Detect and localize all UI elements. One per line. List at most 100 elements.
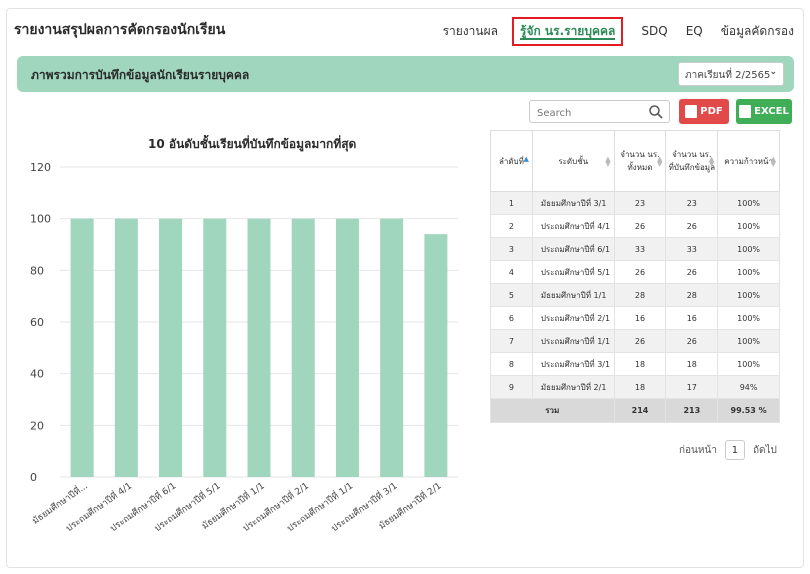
cell-recorded: 18 [665, 352, 719, 376]
table-footer-row: รวม 214 213 99.53 % [490, 398, 780, 423]
app-title: รายงานสรุปผลการคัดกรองนักเรียน [14, 22, 226, 38]
pagination: ก่อนหน้า 1 ถัดไป [679, 439, 777, 461]
bar [335, 218, 359, 477]
col-header-order-label: ลำดับที่ [498, 156, 524, 166]
pdf-button-label: PDF [700, 106, 723, 117]
col-header-order[interactable]: ลำดับที่ ▲ [490, 130, 533, 192]
bar [159, 218, 183, 477]
next-page-button[interactable]: ถัดไป [753, 443, 777, 458]
prev-page-button[interactable]: ก่อนหน้า [679, 443, 717, 458]
col-header-progress[interactable]: ความก้าวหน้า ▲ ▼ [717, 130, 780, 192]
cell-order: 6 [490, 306, 533, 330]
top-nav: รายงานผล รู้จัก นร.รายบุคคล SDQ EQ ข้อมู… [425, 16, 794, 46]
table-row: 6 ประถมศึกษาปีที่ 2/1 16 16 100% [490, 306, 780, 330]
cell-level: มัธยมศึกษาปีที่ 1/1 [531, 283, 615, 307]
sort-asc-icon: ▲ [523, 155, 529, 163]
nav-item-sdq[interactable]: SDQ [641, 22, 667, 40]
cell-recorded: 26 [665, 329, 719, 353]
bar [247, 218, 271, 477]
export-excel-button[interactable]: EXCEL [736, 99, 792, 124]
nav-item-individual-label: รู้จัก นร.รายบุคคล [520, 23, 616, 40]
bar [424, 234, 448, 477]
table-row: 3 ประถมศึกษาปีที่ 6/1 33 33 100% [490, 237, 780, 261]
y-tick-label: 40 [30, 368, 44, 381]
y-tick-label: 120 [30, 161, 51, 174]
sort-icon: ▲ ▼ [657, 155, 663, 168]
col-header-level-label: ระดับชั้น [558, 156, 589, 166]
sort-icon: ▲ ▼ [708, 155, 715, 168]
cell-order: 4 [490, 260, 533, 284]
bar [291, 218, 315, 477]
search-box[interactable] [529, 100, 670, 124]
export-pdf-button[interactable]: PDF [679, 99, 729, 124]
sort-icon: ▲ ▼ [770, 155, 776, 168]
cell-recorded: 17 [665, 375, 719, 399]
bar [114, 218, 138, 477]
table-row: 4 ประถมศึกษาปีที่ 5/1 26 26 100% [490, 260, 780, 284]
cell-order: 5 [490, 283, 533, 307]
search-icon[interactable] [648, 104, 664, 120]
table-row: 5 มัธยมศึกษาปีที่ 1/1 28 28 100% [490, 283, 780, 307]
cell-total: 18 [613, 375, 667, 399]
cell-progress: 100% [717, 260, 780, 284]
nav-item-individual[interactable]: รู้จัก นร.รายบุคคล [512, 16, 624, 46]
table-row: 8 ประถมศึกษาปีที่ 3/1 18 18 100% [490, 352, 780, 376]
nav-item-eq[interactable]: EQ [686, 22, 703, 40]
cell-total: 18 [613, 352, 667, 376]
cell-progress: 100% [717, 283, 780, 307]
summary-table: ลำดับที่ ▲ ระดับชั้น ▲ ▼ จำนวน นร. ทั้งหมด ▲… [490, 130, 780, 423]
page-number-button[interactable]: 1 [724, 440, 745, 460]
excel-file-icon [739, 105, 752, 118]
search-input[interactable] [537, 103, 647, 124]
table-row: 7 ประถมศึกษาปีที่ 1/1 26 26 100% [490, 329, 780, 353]
cell-level: ประถมศึกษาปีที่ 4/1 [531, 214, 615, 238]
col-header-total-label: จำนวน นร. ทั้งหมด [620, 150, 660, 172]
sort-icon: ▲ ▼ [605, 155, 611, 168]
cell-recorded: 26 [665, 214, 719, 238]
cell-progress: 100% [717, 214, 780, 238]
section-header: ภาพรวมการบันทึกข้อมูลนักเรียนรายบุคคล ภา… [17, 56, 794, 92]
cell-order: 7 [490, 329, 533, 353]
cell-level: ประถมศึกษาปีที่ 3/1 [531, 352, 615, 376]
y-tick-label: 100 [30, 213, 51, 226]
cell-order: 9 [490, 375, 533, 399]
cell-recorded: 23 [665, 191, 719, 215]
cell-total: 23 [613, 191, 667, 215]
col-header-level[interactable]: ระดับชั้น ▲ ▼ [531, 130, 615, 192]
cell-total: 26 [613, 214, 667, 238]
cell-level: ประถมศึกษาปีที่ 2/1 [531, 306, 615, 330]
cell-total: 28 [613, 283, 667, 307]
col-header-progress-label: ความก้าวหน้า [724, 156, 773, 166]
cell-progress: 100% [717, 237, 780, 261]
table-header-row: ลำดับที่ ▲ ระดับชั้น ▲ ▼ จำนวน นร. ทั้งหมด ▲… [490, 130, 780, 192]
y-tick-label: 20 [30, 419, 44, 432]
footer-progress: 99.53 % [717, 398, 780, 423]
chevron-down-icon: ⌄ [769, 67, 777, 77]
bar-chart: 020406080100120มัธยมศึกษาปีที่...ประถมศึ… [29, 161, 458, 534]
cell-total: 26 [613, 329, 667, 353]
excel-button-label: EXCEL [754, 106, 789, 117]
col-header-recorded[interactable]: จำนวน นร. ที่บันทึกข้อมูล ▲ ▼ [665, 130, 719, 192]
nav-item-screening-data[interactable]: ข้อมูลคัดกรอง [721, 20, 794, 43]
y-tick-label: 60 [30, 316, 44, 329]
table-row: 9 มัธยมศึกษาปีที่ 2/1 18 17 94% [490, 375, 780, 399]
y-tick-label: 0 [30, 471, 37, 484]
term-select[interactable]: ภาคเรียนที่ 2/2565 ⌄ [678, 62, 784, 86]
pdf-file-icon [685, 105, 698, 118]
bar [380, 218, 404, 477]
table-row: 2 ประถมศึกษาปีที่ 4/1 26 26 100% [490, 214, 780, 238]
col-header-total[interactable]: จำนวน นร. ทั้งหมด ▲ ▼ [613, 130, 667, 192]
cell-level: ประถมศึกษาปีที่ 5/1 [531, 260, 615, 284]
cell-recorded: 26 [665, 260, 719, 284]
cell-order: 3 [490, 237, 533, 261]
cell-progress: 100% [717, 352, 780, 376]
cell-order: 2 [490, 214, 533, 238]
cell-recorded: 28 [665, 283, 719, 307]
cell-progress: 100% [717, 306, 780, 330]
cell-level: ประถมศึกษาปีที่ 6/1 [531, 237, 615, 261]
nav-item-report[interactable]: รายงานผล [443, 20, 498, 43]
bar [70, 218, 94, 477]
cell-level: มัธยมศึกษาปีที่ 2/1 [531, 375, 615, 399]
cell-recorded: 33 [665, 237, 719, 261]
table-row: 1 มัธยมศึกษาปีที่ 3/1 23 23 100% [490, 191, 780, 215]
